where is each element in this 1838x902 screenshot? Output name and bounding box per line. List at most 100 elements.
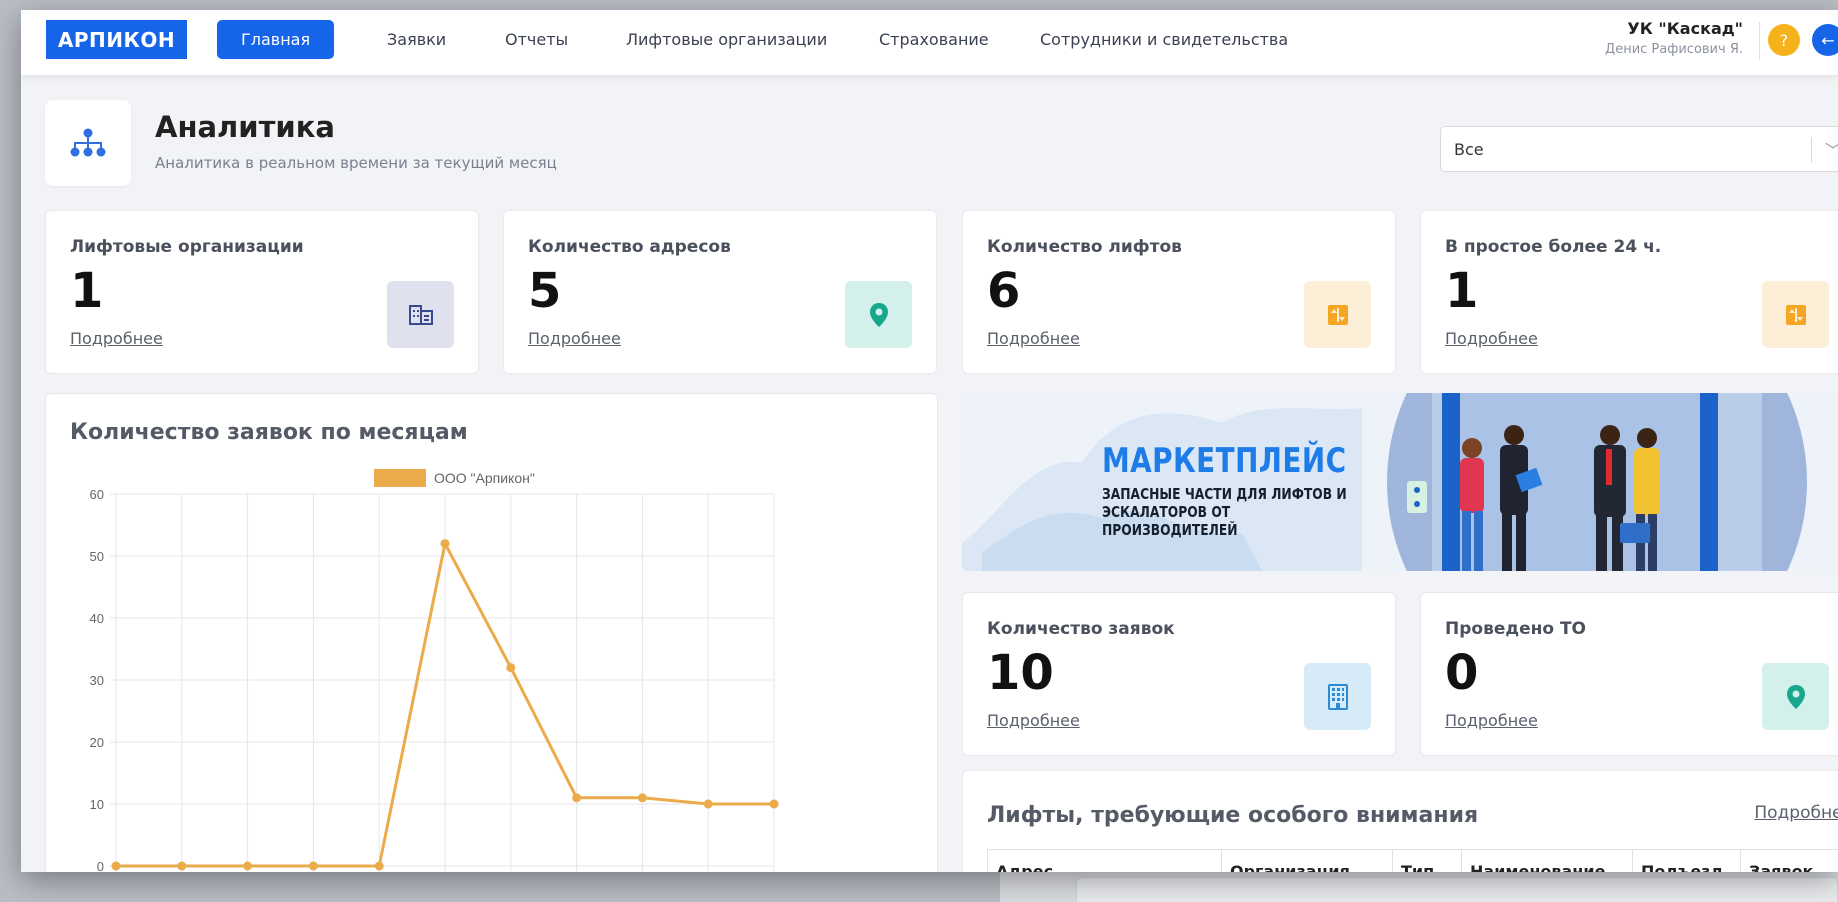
y-tick-label: 20 [90,735,104,750]
stat-value: 0 [1445,645,1479,701]
column-header-name[interactable]: Наименование [1462,850,1633,872]
nav-employees[interactable]: Сотрудники и свидетельства [1016,20,1312,59]
attention-title: Лифты, требующие особого внимания [987,803,1479,828]
stat-label: Количество лифтов [987,237,1182,257]
y-tick-label: 60 [90,487,104,502]
stat-value: 1 [70,263,104,319]
stat-value: 10 [987,645,1054,701]
data-point [177,861,187,871]
y-tick-label: 40 [90,611,104,626]
map-pin-icon [1786,684,1805,709]
filter-select[interactable]: Все ﹀ [1440,126,1838,172]
app-window: АРПИКОН Главная Заявки Отчеты Лифтовые о… [21,10,1838,872]
data-point [440,539,450,549]
attention-lifts-card: Лифты, требующие особого внимания Подроб… [962,770,1838,872]
hierarchy-icon [70,128,106,157]
nav-lift-organizations[interactable]: Лифтовые организации [602,20,851,59]
stat-icon-box [1762,281,1829,348]
requests-by-month-chart-card: Количество заявок по месяцам 0 10 20 30 40 50… [45,393,938,872]
data-point [308,861,318,871]
stat-icon-box [387,281,454,348]
stat-label: Количество адресов [528,237,731,257]
nav-reports[interactable]: Отчеты [481,20,592,59]
stat-details-link[interactable]: Подробнее [1445,711,1538,730]
logout-icon: ← [1821,30,1835,50]
stat-details-link[interactable]: Подробнее [1445,329,1538,348]
page-subtitle: Аналитика в реальном времени за текущий … [155,154,557,172]
banner-map-illustration [962,393,1807,571]
logout-button[interactable]: ← [1812,24,1838,56]
stat-card-lifts: Количество лифтов 6 Подробнее [962,210,1396,374]
background-window [1000,870,1838,902]
column-header-type[interactable]: Тип [1393,850,1462,872]
data-point [111,861,121,871]
filter-value: Все [1454,139,1484,159]
stat-icon-box [1304,281,1371,348]
elevator-icon [1785,304,1806,325]
nav-home[interactable]: Главная [217,20,335,59]
stat-details-link[interactable]: Подробнее [70,329,163,348]
stat-details-link[interactable]: Подробнее [528,329,621,348]
stat-details-link[interactable]: Подробнее [987,329,1080,348]
stat-icon-box [1304,663,1371,730]
nav-requests[interactable]: Заявки [363,20,470,59]
stat-card-requests: Количество заявок 10 Подробнее [962,592,1396,756]
y-tick-label: 30 [90,673,104,688]
attention-details-link[interactable]: Подробнее [1754,803,1838,823]
marketplace-banner[interactable]: МАРКЕТПЛЕЙС ЗАПАСНЫЕ ЧАСТИ ДЛЯ ЛИФТОВ И … [962,393,1838,571]
analytics-icon-box [45,100,131,186]
stat-card-maintenance-done: Проведено ТО 0 Подробнее [1420,592,1838,756]
legend-swatch [374,469,426,487]
y-tick-label: 50 [90,549,104,564]
y-tick-label: 10 [90,797,104,812]
y-tick-label: 0 [97,859,104,872]
office-building-icon [1327,683,1348,710]
stat-card-addresses: Количество адресов 5 Подробнее [503,210,937,374]
legend-label: ООО "Арпикон" [434,470,535,486]
line-chart: 0 10 20 30 40 50 60 ООО "Арпикон" [90,469,779,872]
select-divider [1811,137,1812,163]
stat-details-link[interactable]: Подробнее [987,711,1080,730]
banner-subtitle-line-1: ЗАПАСНЫЕ ЧАСТИ ДЛЯ ЛИФТОВ И [1102,485,1347,503]
banner-subtitle: ЗАПАСНЫЕ ЧАСТИ ДЛЯ ЛИФТОВ И ЭСКАЛАТОРОВ … [1102,485,1348,539]
page-title: Аналитика [155,110,335,144]
stat-label: Лифтовые организации [70,237,304,257]
banner-subtitle-line-2: ЭСКАЛАТОРОВ ОТ ПРОИЗВОДИТЕЛЕЙ [1102,503,1238,539]
data-point [506,663,516,673]
user-name: Денис Рафисович Я. [1605,42,1743,57]
stat-value: 1 [1445,263,1479,319]
column-header-entrance[interactable]: Подъезд [1633,850,1741,872]
stat-label: Количество заявок [987,619,1175,639]
chevron-down-icon[interactable]: ﹀ [1825,137,1838,161]
background-window-tab [1076,877,1838,902]
elevator-icon [1327,304,1348,325]
help-icon: ? [1779,30,1789,50]
stat-icon-box [1762,663,1829,730]
app-logo[interactable]: АРПИКОН [46,20,187,59]
column-header-requests[interactable]: Заявок [1741,850,1821,872]
stat-card-idle-over-24h: В простое более 24 ч. 1 Подробнее [1420,210,1838,374]
data-point [703,799,713,809]
map-pin-icon [869,302,888,327]
top-navigation-bar: АРПИКОН Главная Заявки Отчеты Лифтовые о… [21,10,1838,76]
user-organization: УК "Каскад" [1627,19,1743,38]
stat-label: Проведено ТО [1445,619,1587,639]
table-header: Адрес Организация Тип Наименование Подъе… [987,849,1838,872]
data-point [374,861,384,871]
user-divider [1759,22,1760,60]
building-icon [408,304,433,325]
banner-title: МАРКЕТПЛЕЙС [1102,441,1347,481]
data-point [637,793,647,803]
nav-insurance[interactable]: Страхование [855,20,1013,59]
stat-value: 5 [528,263,562,319]
data-point [243,861,253,871]
user-info[interactable]: УК "Каскад" Денис Рафисович Я. [1605,19,1743,57]
column-header-address[interactable]: Адрес [988,850,1222,872]
stat-label: В простое более 24 ч. [1445,237,1662,257]
stat-value: 6 [987,263,1021,319]
help-button[interactable]: ? [1768,24,1800,56]
stat-icon-box [845,281,912,348]
stat-card-lift-organizations: Лифтовые организации 1 Подробнее [45,210,479,374]
column-header-organization[interactable]: Организация [1222,850,1393,872]
data-point [769,799,779,809]
